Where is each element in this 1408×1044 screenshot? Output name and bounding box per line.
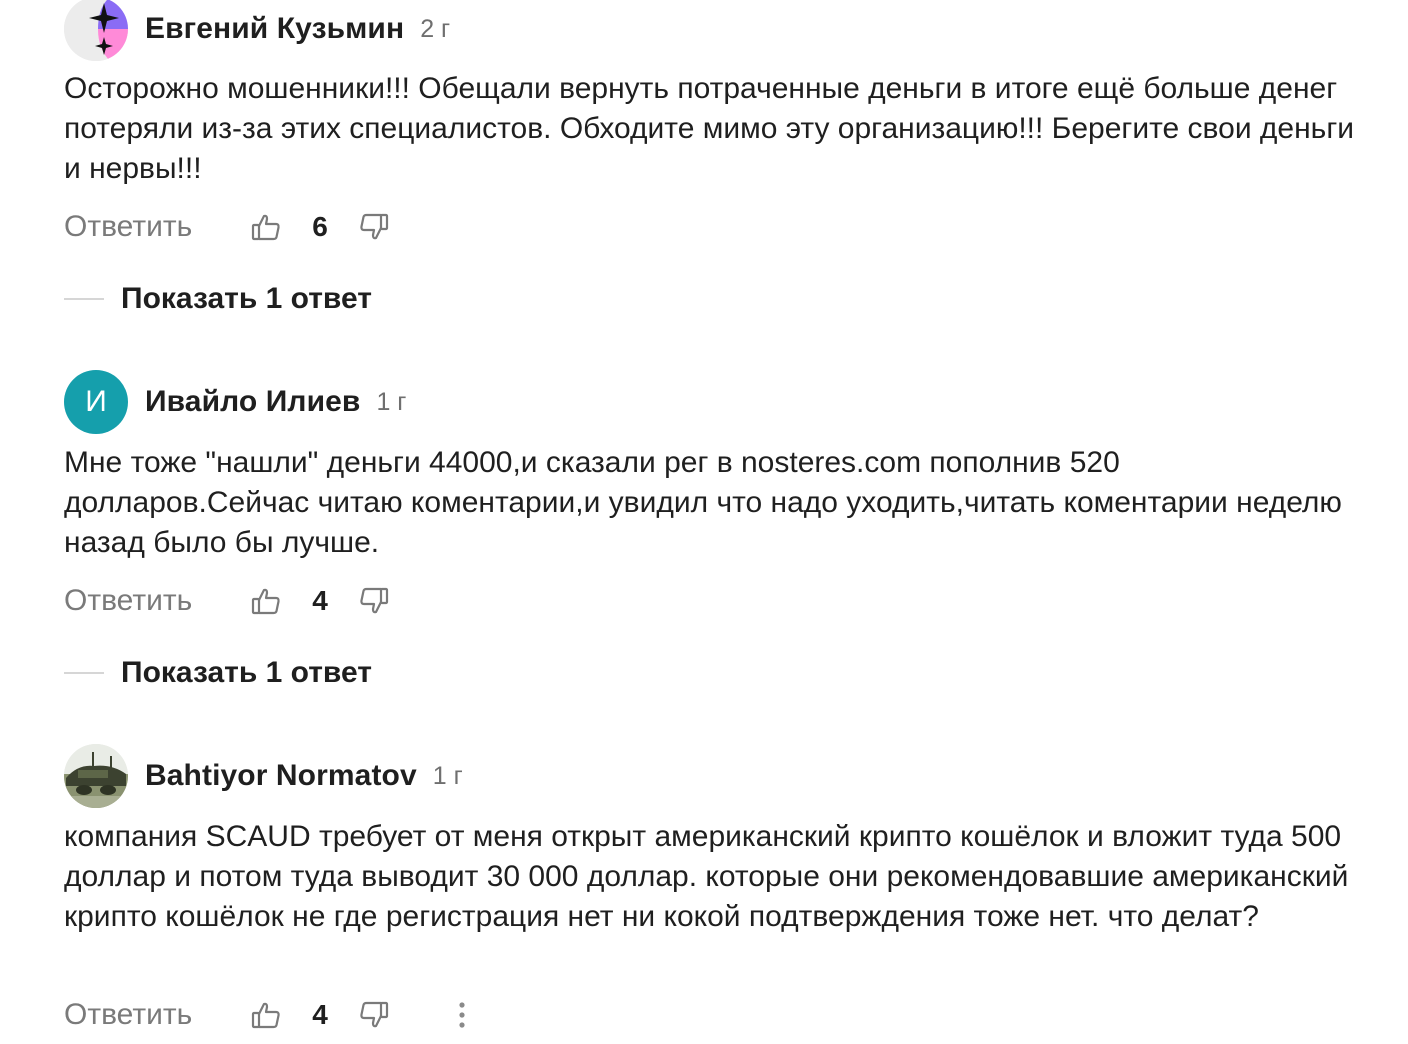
- sparkle-avatar-icon: [64, 0, 128, 61]
- reply-button[interactable]: Ответить: [64, 998, 250, 1032]
- comment-actions: Ответить 4: [64, 581, 390, 621]
- comment-text: компания SCAUD требует от меня открыт ам…: [64, 820, 1349, 933]
- comment-actions: Ответить 4: [64, 995, 474, 1035]
- comment-age: 1 г: [376, 387, 407, 416]
- comment-text: Мне тоже "нашли" деньги 44000,и сказали …: [64, 446, 1342, 559]
- like-count: 6: [312, 211, 328, 242]
- thumbs-up-icon[interactable]: [250, 211, 282, 243]
- show-replies-button[interactable]: Показать 1 ответ: [64, 653, 372, 693]
- show-replies-label: Показать 1 ответ: [121, 282, 372, 315]
- thumbs-up-icon[interactable]: [250, 585, 282, 617]
- comment-age: 2 г: [420, 14, 451, 43]
- comment-header: Евгений Кузьмин 2 г: [64, 0, 450, 61]
- thumbs-down-icon[interactable]: [358, 999, 390, 1031]
- like-count: 4: [312, 999, 328, 1030]
- thumbs-down-icon[interactable]: [358, 585, 390, 617]
- thumbs-up-icon[interactable]: [250, 999, 282, 1031]
- comment-header: Bahtiyor Normatov 1 г: [64, 744, 463, 808]
- show-replies-label: Показать 1 ответ: [121, 656, 372, 689]
- thumbs-down-icon[interactable]: [358, 211, 390, 243]
- comment-age: 1 г: [432, 761, 463, 790]
- reply-button[interactable]: Ответить: [64, 210, 250, 244]
- comment-actions: Ответить 6: [64, 207, 390, 247]
- replies-divider: [64, 672, 104, 674]
- avatar[interactable]: И: [64, 370, 128, 434]
- author-name[interactable]: Bahtiyor Normatov: [145, 759, 417, 793]
- more-vertical-icon[interactable]: [450, 999, 474, 1031]
- comment-header: И Ивайло Илиев 1 г: [64, 370, 406, 434]
- author-name[interactable]: Евгений Кузьмин: [145, 12, 404, 46]
- comment-text: Осторожно мошенники!!! Обещали вернуть п…: [64, 72, 1355, 185]
- show-replies-button[interactable]: Показать 1 ответ: [64, 279, 372, 319]
- comments-page: Евгений Кузьмин 2 г Осторожно мошенники!…: [0, 0, 1408, 1044]
- like-count: 4: [312, 585, 328, 616]
- avatar[interactable]: [64, 744, 128, 808]
- avatar-letter: И: [85, 385, 107, 418]
- photo-avatar-icon: [64, 744, 128, 808]
- avatar[interactable]: [64, 0, 128, 61]
- replies-divider: [64, 298, 104, 300]
- author-name[interactable]: Ивайло Илиев: [145, 385, 360, 419]
- reply-button[interactable]: Ответить: [64, 584, 250, 618]
